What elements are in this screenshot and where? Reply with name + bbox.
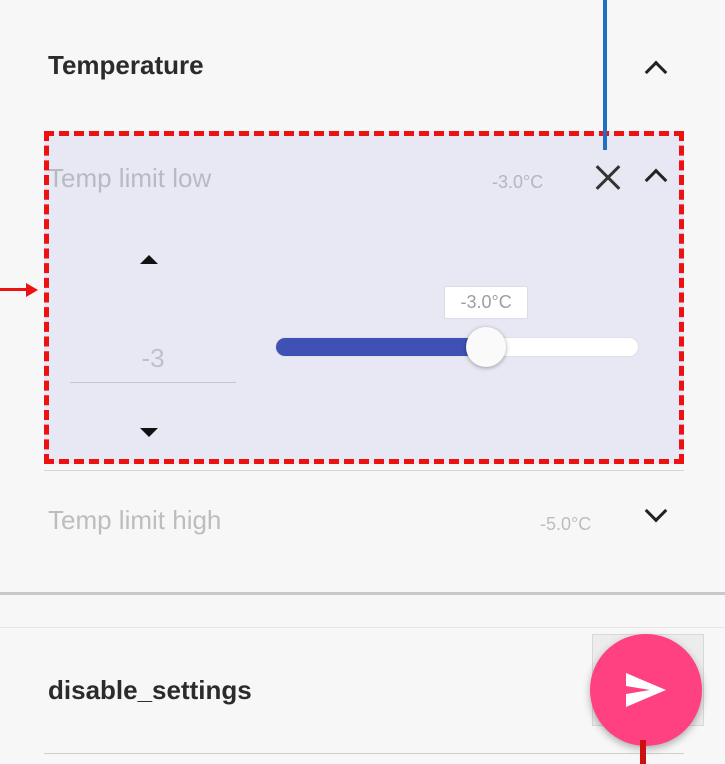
section-collapse-chevron-icon[interactable]	[644, 60, 668, 84]
section-separator	[0, 592, 725, 595]
divider	[44, 470, 684, 471]
temp-limit-high-value: -5.0°C	[540, 514, 592, 534]
send-fab-button[interactable]	[590, 634, 702, 746]
temp-limit-high-label[interactable]: Temp limit high	[48, 505, 221, 536]
temp-low-slider-fill	[276, 338, 488, 356]
disable-settings-label: disable_settings	[48, 675, 252, 705]
annotation-marker-line	[640, 740, 646, 764]
annotation-pointer-line	[603, 0, 607, 150]
section-title: Temperature	[48, 50, 204, 80]
temp-limit-low-value: -3.0°C	[492, 172, 544, 192]
temp-low-slider-track[interactable]	[275, 337, 639, 357]
temp-low-slider-thumb[interactable]	[466, 327, 507, 367]
bottom-divider	[44, 753, 684, 754]
close-icon[interactable]	[590, 160, 626, 196]
temp-low-number-input[interactable]	[70, 335, 236, 383]
temp-low-slider-tooltip: -3.0°C	[444, 286, 529, 319]
triangle-down-icon[interactable]	[140, 428, 158, 437]
temp-limit-low-label[interactable]: Temp limit low	[48, 163, 211, 194]
annotation-arrow-line	[0, 288, 28, 291]
annotation-arrow-head	[26, 283, 38, 297]
temp-limit-high-expand-chevron-icon[interactable]	[644, 499, 668, 523]
send-icon	[626, 673, 666, 707]
triangle-up-icon[interactable]	[140, 255, 158, 264]
